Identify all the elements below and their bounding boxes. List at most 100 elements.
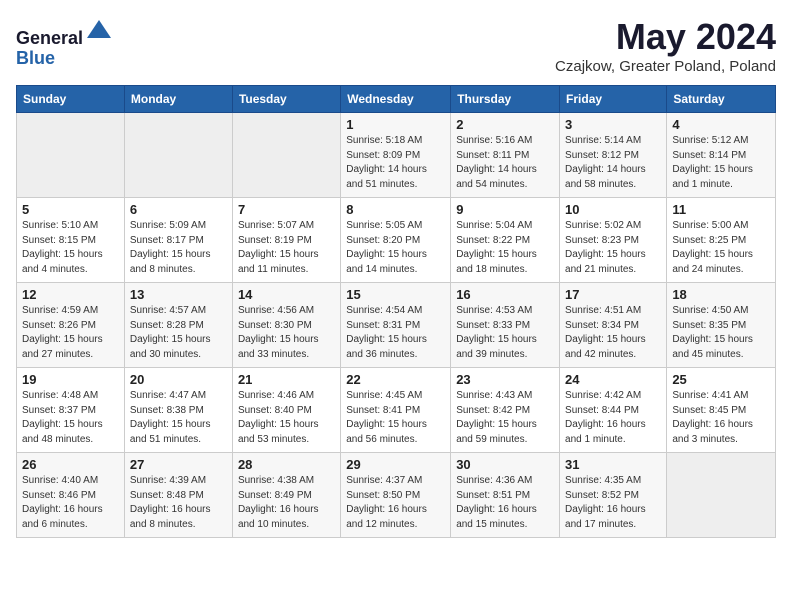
day-number: 7 [238,202,335,217]
day-number: 5 [22,202,119,217]
calendar-cell: 2Sunrise: 5:16 AM Sunset: 8:11 PM Daylig… [451,113,560,198]
day-number: 25 [672,372,770,387]
calendar-cell: 16 Sunrise: 4:53 AM Sunset: 8:33 PM Dayli… [451,283,560,368]
day-number: 22 [346,372,445,387]
calendar-cell: 20Sunrise: 4:47 AM Sunset: 8:38 PM Dayli… [124,368,232,453]
day-number: 19 [22,372,119,387]
day-number: 30 [456,457,554,472]
calendar-week-1: 1Sunrise: 5:18 AM Sunset: 8:09 PM Daylig… [17,113,776,198]
calendar-cell: 28Sunrise: 4:38 AM Sunset: 8:49 PM Dayli… [232,453,340,538]
calendar-cell [17,113,125,198]
day-info: Sunrise: 4:53 AM Sunset: 8:33 PM Dayligh… [456,304,554,362]
calendar-cell: 5 Sunrise: 5:10 AM Sunset: 8:15 PM Daylig… [17,198,125,283]
day-info: Sunrise: 5:02 AM Sunset: 8:23 PM Dayligh… [565,219,661,277]
logo-blue: Blue [16,48,55,68]
calendar-cell: 7 Sunrise: 5:07 AM Sunset: 8:19 PM Daylig… [232,198,340,283]
day-info: Sunrise: 4:41 AM Sunset: 8:45 PM Dayligh… [672,389,770,447]
calendar-cell: 9 Sunrise: 5:04 AM Sunset: 8:22 PM Daylig… [451,198,560,283]
day-info: Sunrise: 5:18 AM Sunset: 8:09 PM Dayligh… [346,134,445,192]
title-block: May 2024 Czajkow, Greater Poland, Poland [555,16,776,75]
day-number: 4 [672,117,770,132]
day-info: Sunrise: 5:14 AM Sunset: 8:12 PM Dayligh… [565,134,661,192]
calendar-cell: 26Sunrise: 4:40 AM Sunset: 8:46 PM Dayli… [17,453,125,538]
day-info: Sunrise: 5:07 AM Sunset: 8:19 PM Dayligh… [238,219,335,277]
day-info: Sunrise: 4:48 AM Sunset: 8:37 PM Dayligh… [22,389,119,447]
day-number: 13 [130,287,227,302]
day-number: 12 [22,287,119,302]
day-info: Sunrise: 4:38 AM Sunset: 8:49 PM Dayligh… [238,474,335,532]
day-info: Sunrise: 4:56 AM Sunset: 8:30 PM Dayligh… [238,304,335,362]
calendar-cell: 22 Sunrise: 4:45 AM Sunset: 8:41 PM Dayli… [341,368,451,453]
calendar-cell: 3 Sunrise: 5:14 AM Sunset: 8:12 PM Daylig… [560,113,667,198]
calendar-cell: 19 Sunrise: 4:48 AM Sunset: 8:37 PM Dayli… [17,368,125,453]
page-header: General Blue May 2024 Czajkow, Greater P… [16,16,776,75]
calendar-body: 1Sunrise: 5:18 AM Sunset: 8:09 PM Daylig… [17,113,776,538]
day-info: Sunrise: 5:00 AM Sunset: 8:25 PM Dayligh… [672,219,770,277]
day-number: 3 [565,117,661,132]
day-number: 31 [565,457,661,472]
calendar-cell [667,453,776,538]
day-number: 29 [346,457,445,472]
calendar-cell: 4 Sunrise: 5:12 AM Sunset: 8:14 PM Daylig… [667,113,776,198]
calendar-cell: 17 Sunrise: 4:51 AM Sunset: 8:34 PM Dayli… [560,283,667,368]
calendar-table: SundayMondayTuesdayWednesdayThursdayFrid… [16,85,776,538]
calendar-cell: 10 Sunrise: 5:02 AM Sunset: 8:23 PM Dayli… [560,198,667,283]
day-number: 15 [346,287,445,302]
day-number: 16 [456,287,554,302]
day-number: 11 [672,202,770,217]
day-info: Sunrise: 4:57 AM Sunset: 8:28 PM Dayligh… [130,304,227,362]
day-info: Sunrise: 4:37 AM Sunset: 8:50 PM Dayligh… [346,474,445,532]
day-info: Sunrise: 4:35 AM Sunset: 8:52 PM Dayligh… [565,474,661,532]
day-info: Sunrise: 5:04 AM Sunset: 8:22 PM Dayligh… [456,219,554,277]
calendar-header-row: SundayMondayTuesdayWednesdayThursdayFrid… [17,86,776,113]
day-info: Sunrise: 5:12 AM Sunset: 8:14 PM Dayligh… [672,134,770,192]
month-title: May 2024 [555,16,776,58]
weekday-header-monday: Monday [124,86,232,113]
calendar-cell [124,113,232,198]
weekday-header-thursday: Thursday [451,86,560,113]
day-number: 9 [456,202,554,217]
day-number: 6 [130,202,227,217]
calendar-cell: 12Sunrise: 4:59 AM Sunset: 8:26 PM Dayli… [17,283,125,368]
day-info: Sunrise: 4:51 AM Sunset: 8:34 PM Dayligh… [565,304,661,362]
calendar-cell: 31 Sunrise: 4:35 AM Sunset: 8:52 PM Dayli… [560,453,667,538]
calendar-cell: 15 Sunrise: 4:54 AM Sunset: 8:31 PM Dayli… [341,283,451,368]
calendar-cell: 30Sunrise: 4:36 AM Sunset: 8:51 PM Dayli… [451,453,560,538]
day-number: 23 [456,372,554,387]
calendar-cell: 24Sunrise: 4:42 AM Sunset: 8:44 PM Dayli… [560,368,667,453]
weekday-header-wednesday: Wednesday [341,86,451,113]
calendar-cell: 11 Sunrise: 5:00 AM Sunset: 8:25 PM Dayli… [667,198,776,283]
day-number: 8 [346,202,445,217]
logo: General Blue [16,16,113,69]
calendar-cell: 23 Sunrise: 4:43 AM Sunset: 8:42 PM Dayli… [451,368,560,453]
calendar-week-5: 26Sunrise: 4:40 AM Sunset: 8:46 PM Dayli… [17,453,776,538]
day-info: Sunrise: 4:40 AM Sunset: 8:46 PM Dayligh… [22,474,119,532]
day-info: Sunrise: 4:54 AM Sunset: 8:31 PM Dayligh… [346,304,445,362]
day-number: 27 [130,457,227,472]
logo-icon [85,16,113,44]
calendar-cell: 14 Sunrise: 4:56 AM Sunset: 8:30 PM Dayli… [232,283,340,368]
day-info: Sunrise: 4:45 AM Sunset: 8:41 PM Dayligh… [346,389,445,447]
day-number: 14 [238,287,335,302]
day-info: Sunrise: 5:10 AM Sunset: 8:15 PM Dayligh… [22,219,119,277]
weekday-header-tuesday: Tuesday [232,86,340,113]
day-number: 20 [130,372,227,387]
day-info: Sunrise: 4:46 AM Sunset: 8:40 PM Dayligh… [238,389,335,447]
calendar-cell: 27Sunrise: 4:39 AM Sunset: 8:48 PM Dayli… [124,453,232,538]
day-info: Sunrise: 4:43 AM Sunset: 8:42 PM Dayligh… [456,389,554,447]
weekday-header-sunday: Sunday [17,86,125,113]
day-number: 2 [456,117,554,132]
day-number: 10 [565,202,661,217]
calendar-cell: 29 Sunrise: 4:37 AM Sunset: 8:50 PM Dayli… [341,453,451,538]
logo-general: General [16,28,83,48]
day-info: Sunrise: 4:50 AM Sunset: 8:35 PM Dayligh… [672,304,770,362]
day-number: 21 [238,372,335,387]
calendar-week-3: 12Sunrise: 4:59 AM Sunset: 8:26 PM Dayli… [17,283,776,368]
day-number: 17 [565,287,661,302]
calendar-week-4: 19 Sunrise: 4:48 AM Sunset: 8:37 PM Dayli… [17,368,776,453]
calendar-cell: 8Sunrise: 5:05 AM Sunset: 8:20 PM Daylig… [341,198,451,283]
calendar-week-2: 5 Sunrise: 5:10 AM Sunset: 8:15 PM Daylig… [17,198,776,283]
day-number: 18 [672,287,770,302]
day-info: Sunrise: 5:09 AM Sunset: 8:17 PM Dayligh… [130,219,227,277]
day-info: Sunrise: 4:42 AM Sunset: 8:44 PM Dayligh… [565,389,661,447]
